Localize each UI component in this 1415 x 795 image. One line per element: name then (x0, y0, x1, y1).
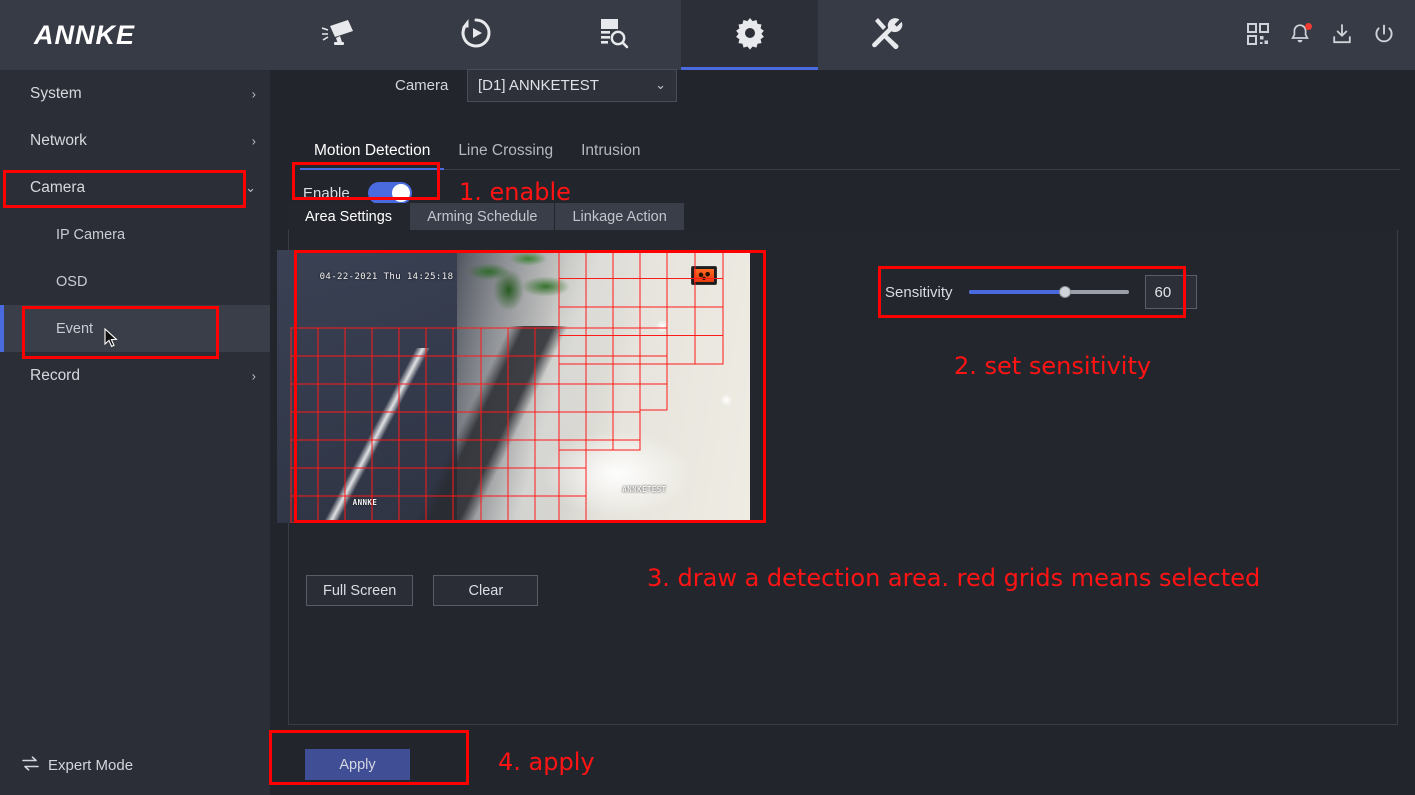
sidebar-item-label: System (30, 84, 82, 102)
full-screen-button[interactable]: Full Screen (306, 575, 414, 606)
subtab-arming-schedule[interactable]: Arming Schedule (410, 203, 556, 230)
sidebar-navigation: System › Network › Camera ⌄ IP Camera OS… (0, 70, 270, 795)
chevron-down-icon: ⌄ (245, 179, 256, 195)
sidebar-item-osd[interactable]: OSD (0, 258, 270, 305)
motion-detection-video-preview[interactable]: 04-22-2021 Thu 14:25:18 ANNKE ANNKETEST (277, 250, 750, 523)
top-right-icons (1247, 0, 1397, 70)
slider-fill (968, 290, 1065, 294)
apply-button[interactable]: Apply (305, 749, 410, 780)
nav-live-view[interactable] (270, 0, 407, 70)
tab-motion-detection[interactable]: Motion Detection (300, 142, 445, 170)
subtab-linkage-action[interactable]: Linkage Action (555, 203, 685, 230)
enable-label: Enable (303, 184, 350, 202)
tab-line-crossing[interactable]: Line Crossing (444, 142, 567, 169)
annotation-text-3: 3. draw a detection area. red grids mean… (647, 564, 1261, 592)
swap-arrows-icon (22, 755, 39, 775)
top-navigation-bar: ANNKE (0, 0, 1415, 70)
detection-grid-overlay[interactable] (277, 250, 750, 523)
area-action-buttons: Full Screen Clear (306, 575, 539, 606)
camera-select-label: Camera (395, 76, 449, 94)
main-nav-icons (270, 0, 955, 70)
annke-nvr-configuration-screen: ANNKE System › Network › Camera ⌄ IP Cam… (0, 0, 1415, 795)
sidebar-item-label: OSD (56, 273, 88, 290)
annotation-text-2: 2. set sensitivity (954, 352, 1152, 380)
sidebar-item-ip-camera[interactable]: IP Camera (0, 211, 270, 258)
camera-select-value: [D1] ANNKETEST (478, 76, 599, 94)
playback-icon (459, 16, 493, 55)
nav-log-search[interactable] (544, 0, 681, 70)
annotation-text-1: 1. enable (459, 178, 571, 206)
sensitivity-slider[interactable] (968, 283, 1129, 301)
download-icon[interactable] (1331, 23, 1355, 47)
detection-type-tabs: Motion Detection Line Crossing Intrusion (300, 135, 1400, 170)
tab-intrusion[interactable]: Intrusion (567, 142, 654, 169)
sidebar-item-label: Camera (30, 178, 86, 196)
expert-mode-toggle[interactable]: Expert Mode (0, 745, 270, 785)
subtab-label: Linkage Action (572, 208, 667, 225)
sidebar-item-label: Record (30, 366, 80, 384)
chevron-down-icon: ⌄ (655, 77, 666, 92)
gear-icon (733, 16, 767, 55)
sidebar-item-label: Event (56, 320, 94, 337)
nav-maintenance[interactable] (818, 0, 955, 70)
chevron-right-icon: › (251, 86, 256, 101)
notification-badge (1305, 23, 1312, 30)
slider-handle[interactable] (1058, 286, 1071, 298)
tools-icon (870, 16, 904, 55)
toggle-knob (391, 184, 410, 202)
sidebar-item-network[interactable]: Network › (0, 117, 270, 164)
tab-label: Line Crossing (458, 142, 554, 159)
sidebar-item-label: Network (30, 131, 87, 149)
subtab-area-settings[interactable]: Area Settings (288, 203, 411, 230)
qr-code-icon[interactable] (1247, 23, 1271, 47)
tab-label: Intrusion (581, 142, 641, 159)
nav-playback[interactable] (407, 0, 544, 70)
annotation-text-4: 4. apply (498, 748, 595, 776)
sensitivity-control: Sensitivity 60 (885, 270, 1197, 314)
annke-logo: ANNKE (34, 19, 136, 50)
subtab-label: Arming Schedule (427, 208, 538, 225)
notification-bell-icon[interactable] (1289, 23, 1313, 47)
sensitivity-label: Sensitivity (885, 283, 953, 301)
subtab-label: Area Settings (305, 208, 393, 225)
video-frame: 04-22-2021 Thu 14:25:18 ANNKE ANNKETEST (277, 250, 750, 523)
log-search-icon (596, 16, 630, 55)
sidebar-item-event[interactable]: Event (0, 305, 270, 352)
sidebar-item-system[interactable]: System › (0, 70, 270, 117)
sidebar-item-camera[interactable]: Camera ⌄ (0, 164, 270, 211)
enable-toggle-switch[interactable] (367, 182, 412, 204)
sidebar-item-record[interactable]: Record › (0, 352, 270, 399)
chevron-right-icon: › (251, 368, 256, 383)
settings-subtabs: Area Settings Arming Schedule Linkage Ac… (288, 203, 685, 230)
chevron-right-icon: › (251, 133, 256, 148)
sidebar-item-label: IP Camera (56, 226, 126, 243)
camera-select-dropdown[interactable]: [D1] ANNKETEST ⌄ (467, 68, 677, 102)
nav-configuration[interactable] (681, 0, 818, 70)
power-icon[interactable] (1373, 23, 1397, 47)
camera-icon (320, 17, 358, 54)
expert-mode-label: Expert Mode (48, 756, 134, 774)
tab-label: Motion Detection (314, 142, 431, 159)
sensitivity-value-input[interactable]: 60 (1144, 275, 1197, 309)
clear-button[interactable]: Clear (433, 575, 539, 606)
